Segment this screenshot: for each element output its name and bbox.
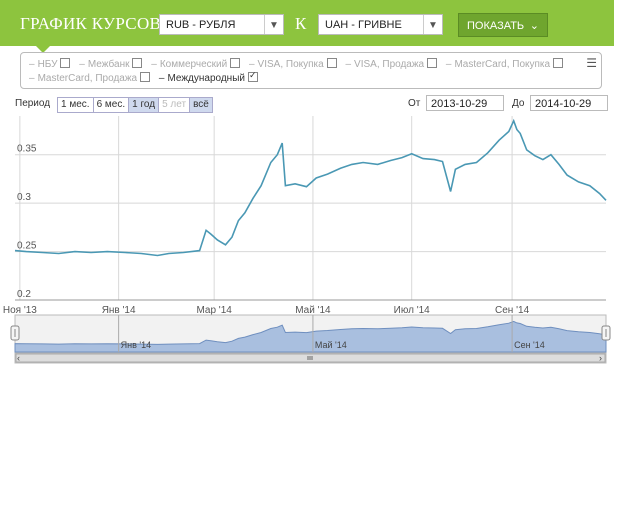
chevron-down-icon: ▼: [423, 15, 442, 34]
y-tick-label: 0.25: [17, 241, 37, 252]
rate-type-filters: – НБУ – Межбанк – Коммерческий – VISA, Покуп…: [20, 52, 602, 89]
scroll-left-arrow-icon: ‹: [17, 353, 20, 363]
navigator[interactable]: Янв '14 Май '14 Сен '14 ‹ ›: [10, 314, 611, 364]
y-tick-label: 0.3: [17, 192, 31, 203]
x-tick-label: Сен '14: [495, 305, 530, 316]
filter-label: VISA, Продажа: [354, 59, 425, 70]
filter-nbu[interactable]: – НБУ: [29, 58, 71, 70]
to-date-label: До: [512, 98, 525, 109]
from-date-input[interactable]: 2013-10-29: [426, 95, 504, 111]
checkbox[interactable]: [553, 58, 564, 68]
from-currency-value: RUB - РУБЛЯ: [166, 19, 236, 31]
filter-label: VISA, Покупка: [257, 59, 324, 70]
chevron-down-icon: ▼: [264, 15, 283, 34]
period-1y-button[interactable]: 1 год: [128, 97, 160, 113]
period-all-button[interactable]: всё: [189, 97, 213, 113]
filter-label: MasterCard, Покупка: [454, 59, 551, 70]
x-tick-label: Ноя '13: [3, 305, 37, 316]
chevron-down-icon: ⌄: [529, 20, 539, 32]
plot-area: [15, 116, 606, 300]
to-currency-value: UAH - ГРИВНЕ: [325, 19, 402, 31]
filter-label: Межбанк: [87, 59, 130, 70]
checkbox[interactable]: [326, 58, 337, 68]
x-tick-label: Июл '14: [394, 305, 431, 316]
filter-row: – НБУ – Межбанк – Коммерческий – VISA, Покуп…: [29, 58, 569, 70]
chart-grid: [15, 116, 606, 301]
y-tick-label: 0.35: [17, 144, 37, 155]
checkbox[interactable]: [230, 58, 241, 68]
checkbox-checked[interactable]: [247, 70, 258, 82]
filter-label: MasterCard, Продажа: [37, 73, 138, 84]
show-button[interactable]: ПОКАЗАТЬ ⌄: [458, 13, 548, 37]
filter-mastercard-sell[interactable]: – MasterCard, Продажа: [29, 72, 151, 84]
checkbox[interactable]: [132, 58, 143, 68]
filter-mastercard-buy[interactable]: – MasterCard, Покупка: [446, 58, 564, 70]
scroll-right-arrow-icon: ›: [599, 353, 602, 363]
page-title: ГРАФИК КУРСОВ: [20, 14, 162, 33]
checkbox[interactable]: [140, 72, 151, 82]
x-tick-label: Мар '14: [196, 305, 232, 316]
period-6m-button[interactable]: 6 мес.: [92, 97, 130, 113]
filter-label: Коммерческий: [159, 59, 228, 70]
show-button-label: ПОКАЗАТЬ: [467, 20, 525, 32]
filter-interbank[interactable]: – Межбанк: [79, 58, 143, 70]
period-label: Период: [15, 98, 51, 109]
checkbox[interactable]: [60, 58, 71, 68]
filter-visa-sell[interactable]: – VISA, Продажа: [345, 58, 438, 70]
x-tick-label: Май '14: [295, 305, 331, 316]
hamburger-icon[interactable]: ☰: [586, 56, 597, 70]
filter-row: – MasterCard, Продажа – Международный: [29, 70, 264, 84]
x-axis: Ноя '13 Янв '14 Мар '14 Май '14 Июл '14 Сен '…: [3, 305, 530, 316]
y-tick-label: 0.2: [17, 289, 31, 300]
navigator-tick-label: Май '14: [315, 340, 347, 350]
to-date-input[interactable]: 2014-10-29: [530, 95, 608, 111]
checkbox[interactable]: [427, 58, 438, 68]
from-currency-select[interactable]: RUB - РУБЛЯ ▼: [159, 14, 284, 35]
filter-label: Международный: [167, 73, 245, 84]
navigator-tick-label: Янв '14: [121, 340, 151, 350]
period-selector: 1 мес. 6 мес. 1 год 5 лет всё: [57, 97, 213, 113]
period-1m-button[interactable]: 1 мес.: [57, 97, 94, 113]
filter-label: НБУ: [37, 59, 58, 70]
from-date-label: От: [408, 98, 421, 109]
rate-chart: 0.2 0.25 0.3 0.35 Ноя '13 Янв '14 Мар '14 Май …: [3, 116, 611, 364]
period-5y-button[interactable]: 5 лет: [158, 97, 191, 113]
navigator-tick-label: Сен '14: [514, 340, 545, 350]
filter-commercial[interactable]: – Коммерческий: [151, 58, 241, 70]
filter-visa-buy[interactable]: – VISA, Покупка: [249, 58, 337, 70]
to-label: К: [295, 14, 307, 33]
x-tick-label: Янв '14: [102, 305, 136, 316]
filter-international[interactable]: – Международный: [159, 70, 258, 84]
to-currency-select[interactable]: UAH - ГРИВНЕ ▼: [318, 14, 443, 35]
